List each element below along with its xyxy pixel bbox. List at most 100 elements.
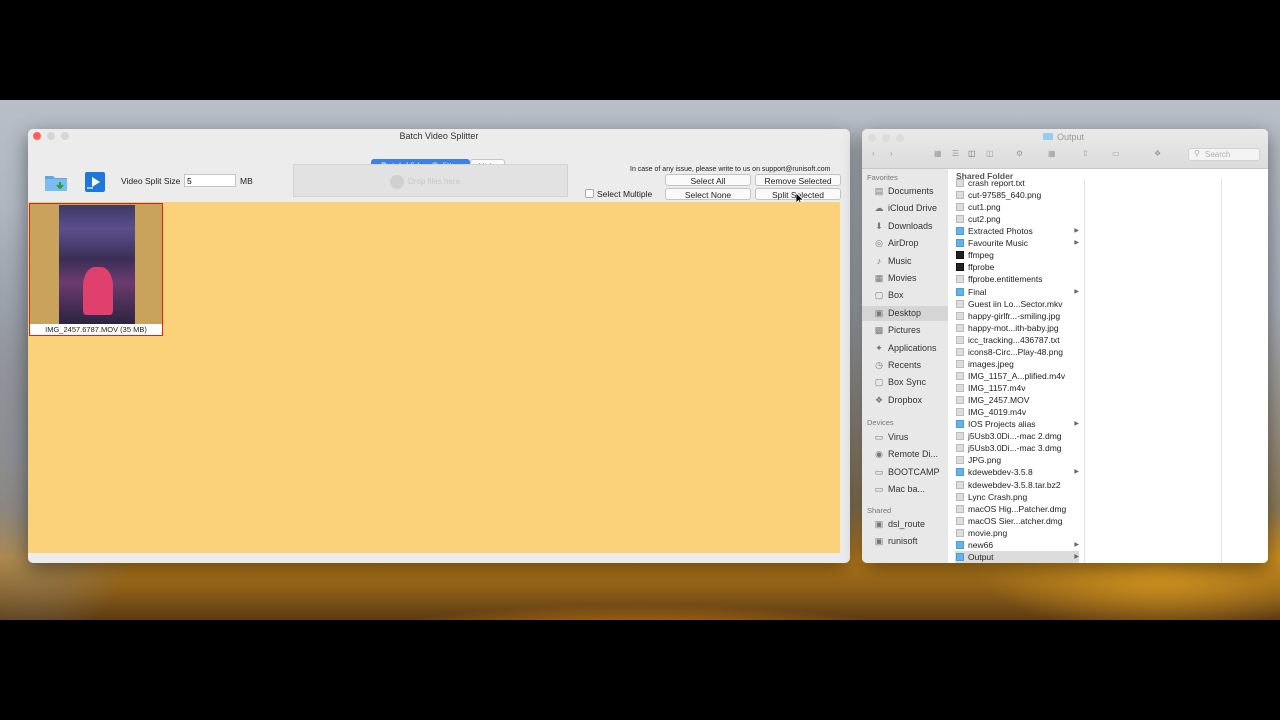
file-icon: [956, 528, 964, 537]
close-window-button[interactable]: [33, 132, 41, 140]
sidebar-item-icloud-drive[interactable]: ☁ iCloud Drive: [862, 201, 948, 216]
file-row[interactable]: ffprobe: [955, 261, 1079, 273]
file-row[interactable]: cut2.png: [955, 213, 1079, 225]
sidebar-item-bootcamp[interactable]: ▭ BOOTCAMP: [862, 465, 948, 480]
sidebar-item-recents[interactable]: ◷ Recents: [862, 358, 948, 373]
disclosure-arrow-icon: ▶: [1074, 421, 1079, 428]
file-row[interactable]: Output ▶: [955, 550, 1079, 563]
file-row[interactable]: movie.png: [955, 527, 1079, 539]
file-row[interactable]: new66 ▶: [955, 539, 1079, 551]
sidebar-item-runisoft[interactable]: ▣ runisoft: [862, 534, 948, 549]
file-row[interactable]: kdewebdev-3.5.8 ▶: [955, 466, 1079, 478]
arrange-icon[interactable]: ▦: [1048, 149, 1056, 158]
zoom-window-button[interactable]: [61, 132, 69, 140]
file-row[interactable]: crash report.txt: [955, 177, 1079, 189]
file-row[interactable]: happy-girlfr...-smiling.jpg: [955, 310, 1079, 322]
gear-icon[interactable]: ⚙: [1016, 149, 1023, 158]
sidebar-item-desktop[interactable]: ▣ Desktop: [862, 305, 948, 321]
icon-view-icon[interactable]: ▦: [934, 149, 942, 158]
file-row[interactable]: ffprobe.entitlements: [955, 273, 1079, 285]
file-row[interactable]: ffmpeg: [955, 249, 1079, 261]
gallery-view-icon[interactable]: ◫: [986, 149, 994, 158]
file-row[interactable]: icc_tracking...436787.txt: [955, 334, 1079, 346]
column-view-icon[interactable]: ◫: [968, 149, 976, 158]
file-row[interactable]: Favourite Music ▶: [955, 237, 1079, 249]
file-row[interactable]: images.jpeg: [955, 358, 1079, 370]
column-divider[interactable]: [1084, 179, 1085, 563]
file-row[interactable]: cut-97585_640.png: [955, 189, 1079, 201]
file-row[interactable]: IMG_1157.m4v: [955, 382, 1079, 394]
select-multiple-checkbox[interactable]: [585, 189, 594, 198]
sidebar-item-pictures[interactable]: ▩ Pictures: [862, 323, 948, 338]
sidebar-item-documents[interactable]: ▤ Documents: [862, 184, 948, 199]
split-play-icon[interactable]: [84, 171, 106, 193]
sidebar-item-applications[interactable]: ✦ Applications: [862, 341, 948, 356]
sidebar-item-downloads[interactable]: ⬇ Downloads: [862, 219, 948, 234]
file-row[interactable]: Lync Crash.png: [955, 491, 1079, 503]
split-size-input[interactable]: [184, 174, 236, 187]
sidebar-item-box-sync[interactable]: ▢ Box Sync: [862, 375, 948, 390]
disk-icon: ▭: [874, 484, 884, 495]
file-name: Output: [968, 551, 994, 562]
file-row[interactable]: macOS Hig...Patcher.dmg: [955, 503, 1079, 515]
file-row[interactable]: j5Usb3.0Di...-mac 3.dmg: [955, 442, 1079, 454]
file-icon: [956, 359, 964, 368]
file-row[interactable]: IMG_4019.m4v: [955, 406, 1079, 418]
sidebar-item-remote-di[interactable]: ◉ Remote Di...: [862, 447, 948, 462]
sidebar-item-label: Box: [888, 290, 904, 301]
back-icon[interactable]: ‹: [872, 149, 875, 158]
list-view-icon[interactable]: ☰: [952, 149, 959, 158]
sidebar-item-box[interactable]: ▢ Box: [862, 288, 948, 303]
video-list-area[interactable]: IMG_2457.6787.MOV (35 MB): [28, 202, 840, 553]
executable-icon: [956, 263, 964, 272]
tag-icon[interactable]: ▭: [1112, 149, 1120, 158]
file-row[interactable]: Extracted Photos ▶: [955, 225, 1079, 237]
applications-icon: ✦: [875, 342, 883, 353]
remove-selected-button[interactable]: Remove Selected: [755, 174, 841, 186]
file-row[interactable]: IMG_1157_A...plified.m4v: [955, 370, 1079, 382]
disclosure-arrow-icon: ▶: [1074, 240, 1079, 247]
file-row[interactable]: kdewebdev-3.5.8.tar.bz2: [955, 479, 1079, 491]
sidebar-item-dropbox[interactable]: ❖ Dropbox: [862, 393, 948, 408]
sidebar-item-music[interactable]: ♪ Music: [862, 254, 948, 269]
column-divider[interactable]: [1221, 179, 1222, 563]
file-row[interactable]: macOS Sier...atcher.dmg: [955, 515, 1079, 527]
dropbox-toolbar-icon[interactable]: ❖: [1154, 149, 1161, 158]
search-field[interactable]: ⚲ Search: [1188, 148, 1260, 161]
select-all-button[interactable]: Select All: [665, 174, 751, 186]
screen: Batch Video Splitter Batch Video Splitte…: [0, 0, 1280, 720]
minimize-window-button[interactable]: [47, 132, 55, 140]
file-row[interactable]: Guest iin Lo...Sector.mkv: [955, 298, 1079, 310]
finder-sidebar: Favorites ▤ Documents ☁ iCloud Drive ⬇ Downlo…: [862, 169, 948, 563]
sidebar-item-label: AirDrop: [888, 238, 919, 249]
file-row[interactable]: j5Usb3.0Di...-mac 2.dmg: [955, 430, 1079, 442]
folder-icon: [956, 540, 964, 549]
file-row[interactable]: Final ▶: [955, 286, 1079, 298]
finder-close-button[interactable]: [868, 134, 876, 142]
file-row[interactable]: happy-mot...ith-baby.jpg: [955, 322, 1079, 334]
finder-zoom-button[interactable]: [896, 134, 904, 142]
sidebar-item-mac-ba[interactable]: ▭ Mac ba...: [862, 482, 948, 497]
share-icon[interactable]: ⇧: [1082, 149, 1089, 158]
select-none-button[interactable]: Select None: [665, 188, 751, 200]
file-icon: [956, 516, 964, 525]
file-row[interactable]: cut1.png: [955, 201, 1079, 213]
file-row[interactable]: icons8-Circ...Play-48.png: [955, 346, 1079, 358]
finder-minimize-button[interactable]: [882, 134, 890, 142]
drop-zone[interactable]: Drop files here: [293, 164, 568, 197]
sidebar-item-virus[interactable]: ▭ Virus: [862, 430, 948, 445]
add-folder-icon[interactable]: [44, 172, 68, 192]
file-icon: [956, 311, 964, 320]
file-name: ffmpeg: [968, 250, 994, 261]
disclosure-arrow-icon: ▶: [1074, 228, 1079, 235]
finder-window: Output ‹ › ▦ ☰ ◫ ◫ ⚙ ▦ ⇧ ▭ ❖ ⚲ Search Fa…: [862, 129, 1268, 563]
sidebar-item-dsl-route[interactable]: ▣ dsl_route: [862, 517, 948, 532]
sidebar-item-airdrop[interactable]: ◎ AirDrop: [862, 236, 948, 251]
file-row[interactable]: IMG_2457.MOV: [955, 394, 1079, 406]
video-thumbnail-item[interactable]: IMG_2457.6787.MOV (35 MB): [29, 203, 163, 336]
file-row[interactable]: IOS Projects alias ▶: [955, 418, 1079, 430]
forward-icon[interactable]: ›: [890, 149, 893, 158]
sidebar-item-movies[interactable]: ▦ Movies: [862, 271, 948, 286]
file-name: j5Usb3.0Di...-mac 2.dmg: [968, 431, 1062, 442]
file-row[interactable]: JPG.png: [955, 454, 1079, 466]
